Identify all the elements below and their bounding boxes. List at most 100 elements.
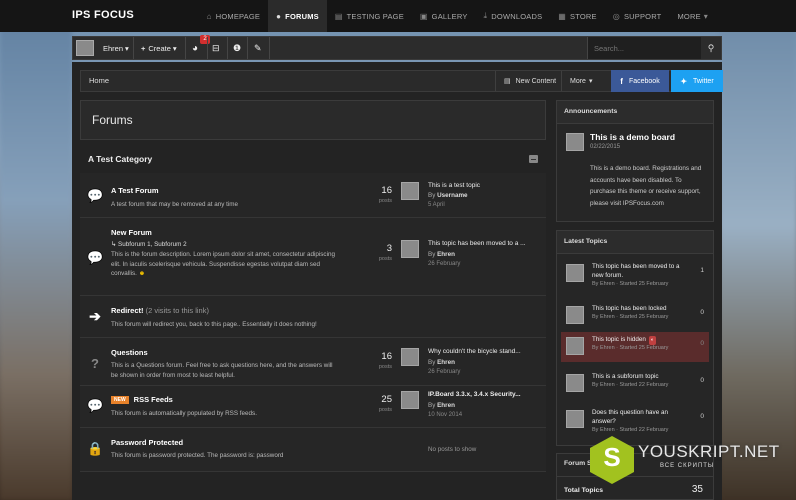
divider: [247, 37, 248, 59]
more-button[interactable]: More ▾: [561, 71, 600, 91]
inbox-icon[interactable]: ⊟: [212, 37, 220, 59]
hidden-icon: ◐: [648, 336, 656, 345]
latest-topic-item[interactable]: Does this question have an answer? By Eh…: [561, 405, 709, 435]
nav-gallery[interactable]: ▣ GALLERY: [412, 0, 476, 32]
chat-icon: 💬: [87, 398, 104, 413]
topic-title[interactable]: Does this question have an answer?: [592, 408, 690, 426]
avatar[interactable]: [566, 337, 584, 355]
avatar[interactable]: [401, 182, 419, 200]
nav-more[interactable]: MORE ▾: [669, 0, 716, 32]
reply-count: 0: [700, 340, 704, 347]
topic-meta: By Ehren · Started 25 February: [592, 281, 669, 287]
forum-name[interactable]: Redirect! (2 visits to this link): [111, 306, 209, 315]
forum-name[interactable]: Questions: [111, 348, 148, 357]
user-menu[interactable]: Ehren ▾: [103, 37, 129, 59]
collapse-icon[interactable]: [529, 155, 538, 163]
redirect-arrow-icon: ➔: [89, 308, 101, 324]
background-right: [720, 0, 796, 500]
forum-row: 🔒 Password Protected This forum is passw…: [80, 428, 546, 472]
forum-name[interactable]: Password Protected: [111, 438, 183, 447]
forum-row: 💬 NEW RSS Feeds This forum is automatical…: [80, 386, 546, 428]
announcement-body: This is a demo board. Registrations and …: [590, 165, 702, 207]
breadcrumb-bar: Home ▤ New Content More ▾ f Facebook ✦ Twitt…: [80, 70, 723, 92]
announcement-title[interactable]: This is a demo board: [590, 132, 675, 142]
avatar[interactable]: [566, 306, 584, 324]
divider: [269, 37, 270, 59]
site-logo[interactable]: IPS FOCUS: [72, 9, 134, 21]
alert-icon[interactable]: ❶: [233, 37, 241, 59]
page-icon: ▤: [504, 78, 511, 85]
divider: [207, 37, 208, 59]
nav-support[interactable]: ◎ SUPPORT: [605, 0, 670, 32]
search-icon[interactable]: ⚲: [701, 37, 721, 59]
plus-icon: +: [141, 43, 146, 53]
post-count: 3: [386, 243, 392, 254]
latest-topic-item[interactable]: This is a subforum topic By Ehren · Star…: [561, 369, 709, 399]
facebook-button[interactable]: f Facebook: [611, 70, 669, 92]
last-post-title[interactable]: IP.Board 3.3.x, 3.4.x Security...: [428, 391, 521, 398]
reply-count: 0: [700, 413, 704, 420]
chevron-down-icon: ▾: [125, 43, 129, 53]
topic-title[interactable]: This topic has been locked: [592, 304, 690, 313]
last-post-date: 5 April: [428, 202, 445, 208]
brush-icon[interactable]: ✎: [254, 37, 262, 59]
avatar[interactable]: [566, 264, 584, 282]
twitter-button[interactable]: ✦ Twitter: [671, 70, 723, 92]
nav-testing-page[interactable]: ▤ TESTING PAGE: [327, 0, 412, 32]
latest-topic-item[interactable]: This topic has been moved to a new forum…: [561, 259, 709, 289]
last-post-title[interactable]: This is a test topic: [428, 182, 480, 189]
create-menu[interactable]: + Create ▾: [141, 37, 177, 59]
watermark-subtext: ВСЕ СКРИПТЫ: [660, 463, 715, 469]
last-post-author: By Ehren: [428, 359, 455, 366]
forum-name[interactable]: New Forum: [111, 228, 152, 237]
avatar[interactable]: [566, 374, 584, 392]
forum-description: This forum is password protected. The pa…: [111, 452, 284, 459]
avatar[interactable]: [566, 133, 584, 151]
divider: [185, 37, 186, 59]
notification-badge: 2: [200, 35, 210, 44]
nav-downloads[interactable]: ⤓ DOWNLOADS: [476, 0, 551, 32]
no-posts-text: No posts to show: [428, 446, 477, 453]
reply-count: 0: [700, 377, 704, 384]
category-header: A Test Category: [80, 150, 546, 170]
announcements-box: Announcements This is a demo board 02/22…: [556, 100, 714, 222]
page-icon: ▤: [334, 11, 343, 21]
announcements-heading: Announcements: [557, 101, 713, 124]
chat-icon: ●: [276, 11, 282, 21]
avatar[interactable]: [401, 348, 419, 366]
question-icon: ?: [91, 356, 99, 371]
latest-topic-item[interactable]: This topic has been locked By Ehren · St…: [561, 301, 709, 331]
topic-title[interactable]: This is a subforum topic: [592, 372, 690, 381]
download-icon: ⤓: [483, 11, 488, 20]
avatar[interactable]: [401, 391, 419, 409]
forum-row: 💬 A Test Forum A test forum that may be …: [80, 173, 546, 218]
search-input[interactable]: [588, 37, 688, 59]
nav-homepage[interactable]: ⌂ HOMEPAGE: [199, 0, 268, 32]
nav-forums[interactable]: ● FORUMS: [268, 0, 327, 32]
avatar[interactable]: [566, 410, 584, 428]
topic-title[interactable]: This topic is hidden ◐: [592, 335, 690, 345]
nav-store[interactable]: ▦ STORE: [550, 0, 604, 32]
announcement-date: 02/22/2015: [590, 144, 621, 150]
last-post-date: 26 February: [428, 261, 461, 267]
forum-name[interactable]: NEW RSS Feeds: [111, 395, 173, 404]
last-post-author: By Ehren: [428, 402, 455, 409]
last-post-author: By Ehren: [428, 251, 455, 258]
last-post-date: 26 February: [428, 369, 461, 375]
category-title[interactable]: A Test Category: [88, 154, 152, 164]
notifications-icon[interactable]: ◕: [192, 37, 198, 59]
lifebuoy-icon: ◎: [612, 11, 620, 21]
breadcrumb-home[interactable]: Home: [89, 71, 109, 91]
last-post-title[interactable]: Why couldn't the bicycle stand...: [428, 348, 521, 355]
latest-topic-item[interactable]: This topic is hidden ◐ By Ehren · Started…: [561, 332, 709, 362]
new-content-button[interactable]: ▤ New Content: [495, 71, 564, 91]
forum-name[interactable]: A Test Forum: [111, 186, 159, 195]
latest-topics-heading: Latest Topics: [557, 231, 713, 254]
avatar[interactable]: [401, 240, 419, 258]
topic-title[interactable]: This topic has been moved to a new forum…: [592, 262, 690, 280]
last-post-title[interactable]: This topic has been moved to a ...: [428, 240, 526, 247]
user-avatar[interactable]: [76, 40, 94, 56]
nav-items: ⌂ HOMEPAGE ● FORUMS ▤ TESTING PAGE ▣ GALLERY…: [199, 0, 716, 32]
smiley-icon: ☻: [138, 270, 146, 277]
post-count: 16: [381, 351, 392, 362]
